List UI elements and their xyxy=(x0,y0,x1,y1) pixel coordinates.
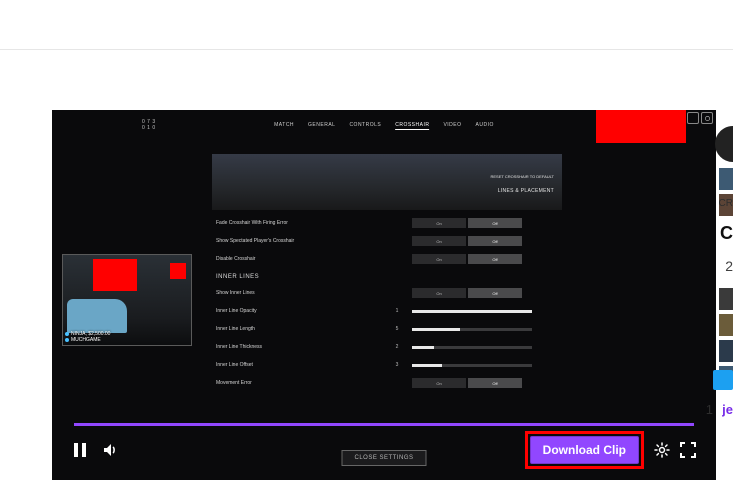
tab-match[interactable]: MATCH xyxy=(274,122,294,130)
toggle-on[interactable]: On xyxy=(412,236,466,246)
panel-bg xyxy=(212,154,562,210)
pip-red-big xyxy=(93,259,137,291)
settings-row: Show Inner Lines On Off xyxy=(212,284,562,302)
player-controls: Download Clip xyxy=(72,438,696,462)
progress-bar[interactable] xyxy=(74,423,694,426)
row-label: Movement Error xyxy=(212,380,382,386)
settings-row: Show Spectated Player's Crosshair On Off xyxy=(212,232,562,250)
picture-in-picture: NINJA, $2,500.00 MUCHGAME xyxy=(62,254,192,346)
fullscreen-icon[interactable] xyxy=(680,442,696,458)
meta-cr: CR xyxy=(719,198,733,209)
clip-title: C xyxy=(720,223,733,244)
toggle-on[interactable]: On xyxy=(412,378,466,388)
download-highlight: Download Clip xyxy=(525,431,644,469)
tab-crosshair[interactable]: CROSSHAIR xyxy=(395,122,429,130)
thumbnail[interactable] xyxy=(719,340,733,362)
pip-person xyxy=(67,299,127,333)
row-value: 1 xyxy=(382,308,412,314)
slider[interactable] xyxy=(412,346,532,349)
panel-subtext: LINES & PLACEMENT xyxy=(498,188,554,194)
row-value: 3 xyxy=(382,362,412,368)
row-label: Inner Line Thickness xyxy=(212,344,382,350)
row-label: Inner Line Opacity xyxy=(212,308,382,314)
settings-icon[interactable] xyxy=(654,442,670,458)
settings-row: Disable Crosshair On Off xyxy=(212,250,562,268)
live-tag xyxy=(596,110,686,143)
row-value: 2 xyxy=(382,344,412,350)
slider[interactable] xyxy=(412,364,532,367)
settings-row: Movement Error On Off xyxy=(212,374,562,392)
download-clip-button[interactable]: Download Clip xyxy=(530,436,639,464)
section-title: INNER LINES xyxy=(216,274,562,280)
volume-icon[interactable] xyxy=(102,442,118,458)
score-readout: 0 7 3 0 1 0 xyxy=(142,119,156,131)
settings-row: Inner Line Thickness 2 xyxy=(212,338,562,356)
settings-row: Fade Crosshair With Firing Error On Off xyxy=(212,214,562,232)
toggle-off[interactable]: Off xyxy=(468,254,522,264)
row-value: 5 xyxy=(382,326,412,332)
tab-controls[interactable]: CONTROLS xyxy=(349,122,381,130)
page-topbar xyxy=(0,0,733,50)
crosshair-preview-panel: RESET CROSSHAIR TO DEFAULT LINES & PLACE… xyxy=(212,154,562,210)
settings-row: Inner Line Opacity 1 xyxy=(212,302,562,320)
thumbnail[interactable] xyxy=(719,314,733,336)
pip-red-small xyxy=(170,263,186,279)
score-bot: 0 1 0 xyxy=(142,125,156,131)
tab-general[interactable]: GENERAL xyxy=(308,122,335,130)
pip-caption: NINJA, $2,500.00 MUCHGAME xyxy=(65,331,110,343)
toggle-off[interactable]: Off xyxy=(468,288,522,298)
pip-line2: MUCHGAME xyxy=(71,337,101,343)
video-player: 0 7 3 0 1 0 MATCH GENERAL CONTROLS CROSS… xyxy=(52,110,716,480)
row-label: Inner Line Length xyxy=(212,326,382,332)
toggle-off[interactable]: Off xyxy=(468,236,522,246)
toggle-off[interactable]: Off xyxy=(468,378,522,388)
toggle-on[interactable]: On xyxy=(412,254,466,264)
row-label: Fade Crosshair With Firing Error xyxy=(212,220,382,226)
toggle-off[interactable]: Off xyxy=(468,218,522,228)
row-label: Disable Crosshair xyxy=(212,256,382,262)
settings-tabs: MATCH GENERAL CONTROLS CROSSHAIR VIDEO A… xyxy=(274,122,494,130)
clip-link[interactable]: je xyxy=(722,402,733,417)
toggle-on[interactable]: On xyxy=(412,218,466,228)
progress-fill xyxy=(74,423,694,426)
meta-count: 1 xyxy=(706,402,713,417)
tab-audio[interactable]: AUDIO xyxy=(476,122,494,130)
row-label: Show Inner Lines xyxy=(212,290,382,296)
row-label: Show Spectated Player's Crosshair xyxy=(212,238,382,244)
row-label: Inner Line Offset xyxy=(212,362,382,368)
toggle-on[interactable]: On xyxy=(412,288,466,298)
slider[interactable] xyxy=(412,328,532,331)
twitter-icon[interactable] xyxy=(713,370,733,390)
thumbnail[interactable] xyxy=(719,168,733,190)
pause-icon[interactable] xyxy=(72,442,88,458)
reset-default-text[interactable]: RESET CROSSHAIR TO DEFAULT xyxy=(491,174,555,179)
slider[interactable] xyxy=(412,310,532,313)
settings-rows: Fade Crosshair With Firing Error On Off … xyxy=(212,214,562,392)
thumbnail[interactable] xyxy=(719,288,733,310)
tab-video[interactable]: VIDEO xyxy=(443,122,461,130)
settings-row: Inner Line Length 5 xyxy=(212,320,562,338)
settings-row: Inner Line Offset 3 xyxy=(212,356,562,374)
view-count: 2 xyxy=(725,258,733,274)
